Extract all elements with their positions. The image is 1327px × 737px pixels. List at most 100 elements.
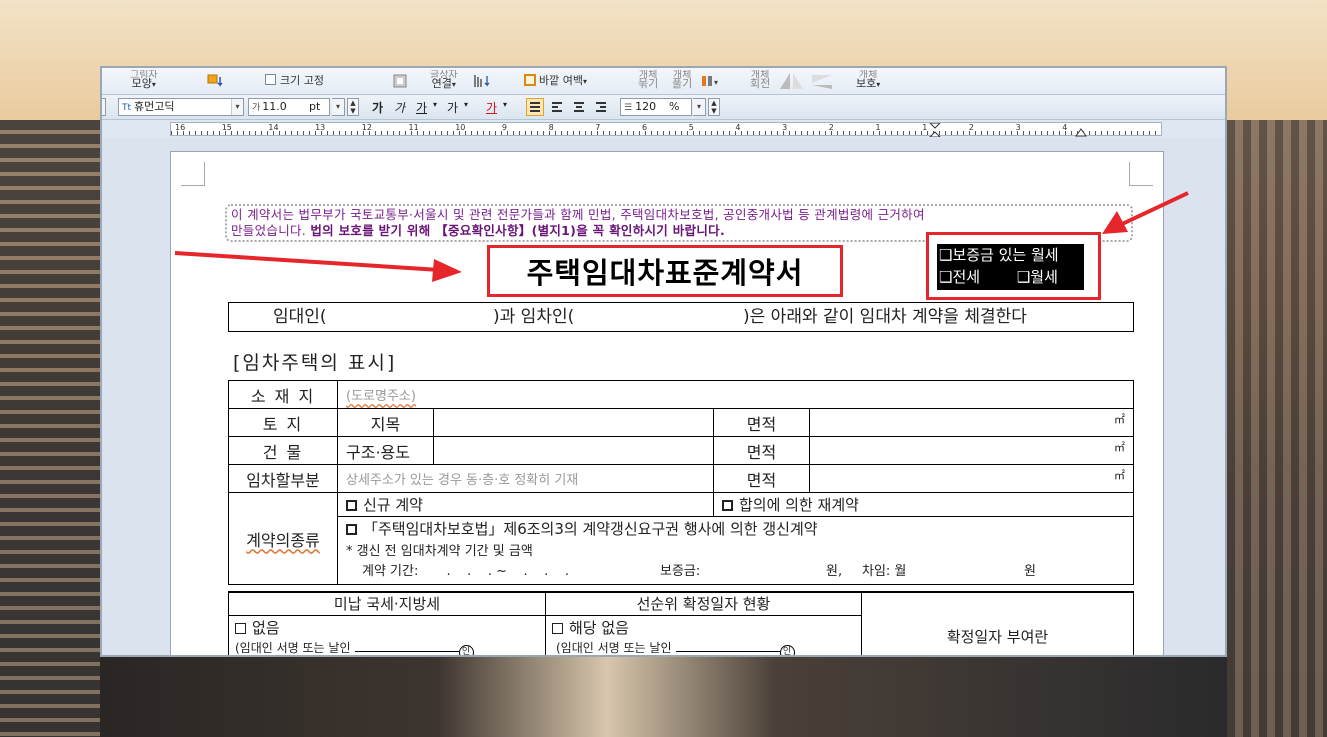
landlord-label: 임대인( (273, 307, 327, 327)
document-area: 이 계약서는 법무부가 국토교통부·서울시 및 관련 전문가들과 함께 민법, … (102, 138, 1225, 655)
font-size-input[interactable]: 가 11.0 pt (248, 98, 330, 116)
font-unit: pt (309, 100, 321, 113)
underline-dropdown-icon[interactable]: ▾ (433, 100, 437, 109)
ruler-number: 15 (221, 123, 232, 132)
strike-button[interactable]: 가 (447, 99, 458, 116)
strike-dropdown-icon[interactable]: ▾ (464, 100, 468, 109)
renewal-agreement-option[interactable]: 합의에 의한 재계약 (713, 492, 1134, 517)
ungroup-button[interactable]: 개체 풀기 (672, 70, 692, 89)
building-structure-cell[interactable] (433, 436, 714, 465)
new-contract-label: 신규 계약 (363, 496, 423, 514)
ruler-number: 12 (361, 123, 372, 132)
renewal-right-checkbox[interactable] (346, 524, 357, 536)
document-page[interactable]: 이 계약서는 법무부가 국토교통부·서울시 및 관련 전문가들과 함께 민법, … (170, 151, 1164, 655)
format-toolbar: ▾ Tt휴먼고딕 ▾ 가11.0 pt ▾ ▲▼ 가 가 가 ▾ 가 ▾ 가 ▾ (102, 95, 1225, 120)
parties-line[interactable]: 임대인( )과 임차인( )은 아래와 같이 임대차 계약을 체결한다 (228, 302, 1134, 332)
option-monthly[interactable]: ❑월세 (1017, 266, 1058, 288)
font-size-dropdown[interactable]: ▾ (332, 98, 345, 116)
unpaid-none-option[interactable]: 없음 (235, 618, 539, 638)
center-align-button[interactable] (570, 98, 588, 116)
renewal-agreement-checkbox[interactable] (722, 500, 733, 511)
document-title[interactable]: 주택임대차표준계약서 (527, 250, 804, 292)
svg-text:▾: ▾ (714, 78, 718, 87)
rent-part-cell[interactable]: 상세주소가 있는 경우 동·층·호 정확히 기재 (337, 464, 714, 493)
building-area-cell[interactable]: ㎡ (809, 436, 1134, 465)
font-size-spinner[interactable]: ▲ ▼ (347, 98, 359, 116)
unpaid-none-checkbox[interactable] (235, 622, 246, 634)
fixed-size-box[interactable] (265, 74, 276, 85)
location-cell[interactable]: (도로명주소) (337, 380, 1134, 409)
rotate-button[interactable]: 개체 회전 (750, 70, 770, 89)
priority-none-option[interactable]: 해당 없음 (552, 618, 855, 638)
indent-marker-icon[interactable] (929, 123, 941, 137)
land-category-cell[interactable] (433, 408, 714, 437)
protect-button[interactable]: 개체 보호▾ (856, 70, 880, 90)
font-name-select[interactable]: Tt 휴먼고딕 ▾ (118, 98, 244, 116)
order-icon[interactable] (472, 73, 496, 91)
fixed-date-header: 확정일자 부여란 (861, 591, 1134, 655)
rent-area-cell[interactable]: ㎡ (809, 464, 1134, 493)
option-jeonse[interactable]: ❑전세 (939, 266, 980, 288)
option-deposit-monthly[interactable]: ❑보증금 있는 월세 (939, 244, 1084, 266)
previous-contract-note: * 갱신 전 임대차계약 기간 및 금액 (346, 544, 533, 560)
underline-button[interactable]: 가 (416, 99, 427, 116)
textbox-link-button[interactable]: 글상자 연결▾ (430, 70, 458, 90)
group-label: 묶기 (638, 77, 659, 90)
ruler-number: 9 (501, 123, 507, 132)
ruler-number: 16 (175, 123, 186, 132)
fixed-size-checkbox[interactable]: 크기 고정 (265, 74, 324, 86)
building-area-label: 면적 (713, 436, 810, 465)
previous-contract-cell[interactable]: * 갱신 전 임대차계약 기간 및 금액 계약 기간: . . . ~ . . … (337, 540, 1134, 585)
priority-none-checkbox[interactable] (552, 622, 563, 634)
left-align-button[interactable] (548, 98, 566, 116)
ruler-number: 1 (875, 123, 881, 132)
option-row-2: ❑전세 ❑월세 (939, 266, 1084, 288)
rent-area-label: 면적 (713, 464, 810, 493)
line-spacing-dropdown[interactable]: ▾ (693, 98, 706, 116)
ruler-number: 8 (548, 123, 554, 132)
right-margin-marker-icon[interactable] (1075, 127, 1087, 137)
justify-align-button[interactable] (526, 98, 544, 116)
new-contract-option[interactable]: 신규 계약 (337, 492, 714, 517)
right-align-button[interactable] (592, 98, 610, 116)
previous-contract-values: 계약 기간: . . . ~ . . . 보증금: 원, 차임: 월 원 (346, 562, 1125, 582)
font-color-dropdown-icon[interactable]: ▾ (503, 100, 507, 109)
link-label: 연결 (431, 77, 452, 90)
distribute-icon[interactable]: ▾ (700, 73, 722, 91)
protect-label: 보호 (856, 77, 877, 90)
arrange-icon[interactable] (206, 73, 224, 91)
horizontal-ruler[interactable]: 16 15 14 13 12 11 10 9 8 7 6 5 4 3 2 1 1 2 3 4 (170, 122, 1162, 137)
bold-button[interactable]: 가 (372, 99, 383, 116)
land-area-label: 면적 (713, 408, 810, 437)
unpaid-none-label: 없음 (252, 618, 280, 637)
land-category-label: 지목 (337, 408, 434, 437)
table-row: 임차할부분 상세주소가 있는 경우 동·층·호 정확히 기재 면적 ㎡ (228, 464, 1134, 493)
period-value: . . . ~ . . . (446, 564, 569, 580)
shadow-shape-button[interactable]: 그림자 모양▾ (130, 70, 158, 90)
monthly-rent-won: 원 (1024, 564, 1036, 580)
unpaid-tax-cell[interactable]: 없음 (임대인 서명 또는 날인 인 (228, 614, 546, 655)
background-buildings-right (1227, 120, 1327, 737)
style-select[interactable]: ▾ (102, 98, 106, 116)
ruler-number: 10 (455, 123, 466, 132)
flip-icon[interactable] (778, 71, 834, 93)
line-spacing-spinner[interactable]: ▲ ▼ (708, 98, 720, 116)
italic-button[interactable]: 가 (394, 99, 405, 116)
priority-date-cell[interactable]: 해당 없음 (임대인 서명 또는 날인 인 (545, 614, 862, 655)
outer-margin-button[interactable]: 바깥 여백▾ (524, 74, 587, 87)
frame-icon[interactable] (392, 73, 408, 91)
ruler-number: 3 (782, 123, 788, 132)
land-area-cell[interactable]: ㎡ (809, 408, 1134, 437)
font-color-button[interactable]: 가 (486, 99, 497, 116)
table-row: 「주택임대차보호법」제6조의3의 계약갱신요구권 행사에 의한 갱신계약 (229, 516, 1134, 541)
group-button[interactable]: 개체 묶기 (638, 70, 658, 89)
renewal-right-option[interactable]: 「주택임대차보호법」제6조의3의 계약갱신요구권 행사에 의한 갱신계약 (337, 516, 1134, 541)
new-contract-checkbox[interactable] (346, 500, 357, 511)
line-spacing-input[interactable]: ☰ 120 % (620, 98, 692, 116)
ruler-number: 1 (922, 123, 928, 132)
location-label: 소 재 지 (228, 380, 338, 409)
contract-type-options[interactable]: ❑보증금 있는 월세 ❑전세 ❑월세 (937, 244, 1084, 290)
font-size-value: 11.0 (262, 100, 287, 113)
line-spacing-unit: % (669, 100, 680, 113)
ruler-number: 14 (268, 123, 279, 132)
